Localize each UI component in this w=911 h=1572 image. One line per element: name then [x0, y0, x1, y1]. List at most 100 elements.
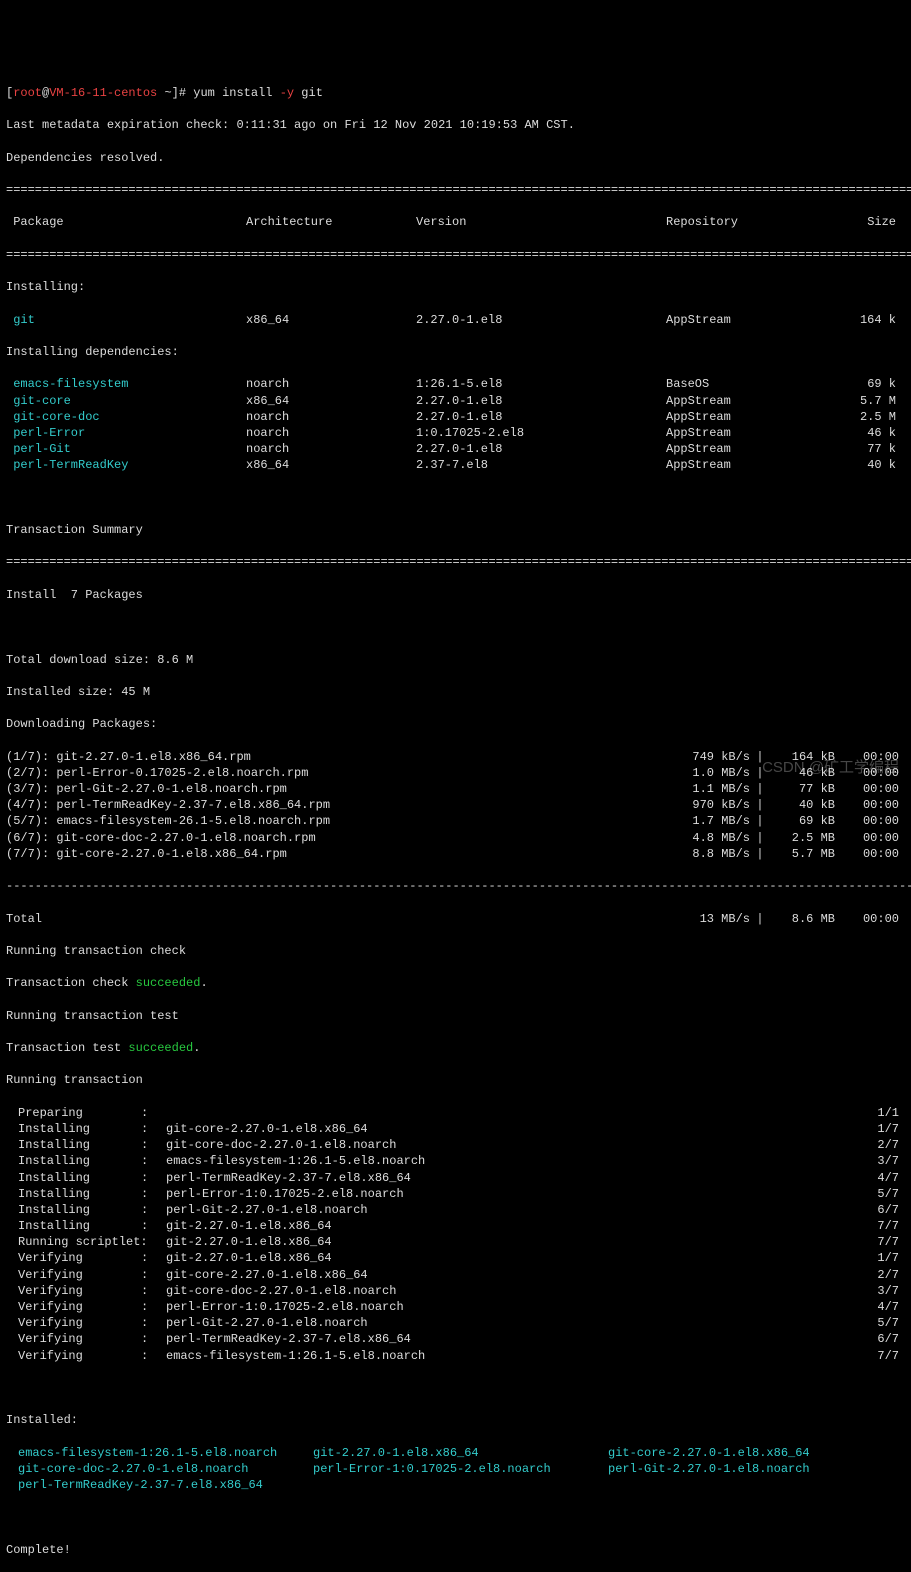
dl-file: (4/7): perl-TermReadKey-2.37-7.el8.x86_6… — [6, 797, 655, 813]
prompt-host: VM-16-11-centos — [49, 86, 157, 100]
installed-row: git-core-doc-2.27.0-1.el8.noarchperl-Err… — [6, 1461, 905, 1477]
separator: ========================================… — [6, 554, 905, 570]
txn-step: Verifying:perl-Git-2.27.0-1.el8.noarch5/… — [6, 1315, 905, 1331]
th-version: Version — [416, 214, 666, 230]
step-count: 4/7 — [855, 1299, 905, 1315]
pkg-name: perl-TermReadKey — [6, 457, 246, 473]
step-action: Installing — [6, 1137, 141, 1153]
pkg-size: 69 k — [841, 376, 896, 392]
table-row: git-corex86_642.27.0-1.el8AppStream5.7 M — [6, 393, 905, 409]
table-row: perl-Gitnoarch2.27.0-1.el8AppStream77 k — [6, 441, 905, 457]
installed-pkg: git-2.27.0-1.el8.x86_64 — [301, 1445, 596, 1461]
pkg-size: 40 k — [841, 457, 896, 473]
step-package: git-core-doc-2.27.0-1.el8.noarch — [166, 1137, 855, 1153]
pkg-version: 2.27.0-1.el8 — [416, 312, 666, 328]
step-package: perl-TermReadKey-2.37-7.el8.x86_64 — [166, 1170, 855, 1186]
step-package: perl-Error-1:0.17025-2.el8.noarch — [166, 1299, 855, 1315]
separator: ========================================… — [6, 247, 905, 263]
dl-speed: 1.7 MB/s — [655, 813, 750, 829]
table-row: perl-TermReadKeyx86_642.37-7.el8AppStrea… — [6, 457, 905, 473]
dl-speed: 1.0 MB/s — [655, 765, 750, 781]
dl-total-label: Total — [6, 911, 655, 927]
command-bin: yum install — [193, 86, 272, 100]
download-row: (4/7): perl-TermReadKey-2.37-7.el8.x86_6… — [6, 797, 905, 813]
dl-time: 00:00 — [835, 846, 905, 862]
pkg-name: git-core — [6, 393, 246, 409]
installed-size: Installed size: 45 M — [6, 684, 905, 700]
step-action: Installing — [6, 1186, 141, 1202]
dl-size: 2.5 MB — [770, 830, 835, 846]
total-download: Total download size: 8.6 M — [6, 652, 905, 668]
download-row: (7/7): git-core-2.27.0-1.el8.x86_64.rpm8… — [6, 846, 905, 862]
pkg-repo: AppStream — [666, 441, 841, 457]
txn-step: Verifying:git-core-doc-2.27.0-1.el8.noar… — [6, 1283, 905, 1299]
step-package: git-core-2.27.0-1.el8.x86_64 — [166, 1121, 855, 1137]
step-count: 4/7 — [855, 1170, 905, 1186]
pkg-name: git-core-doc — [6, 409, 246, 425]
terminal-output[interactable]: [root@VM-16-11-centos ~]# yum install -y… — [6, 69, 905, 1572]
running-test: Running transaction test — [6, 1008, 905, 1024]
download-row: (2/7): perl-Error-0.17025-2.el8.noarch.r… — [6, 765, 905, 781]
th-arch: Architecture — [246, 214, 416, 230]
txn-step: Running scriptlet:git-2.27.0-1.el8.x86_6… — [6, 1234, 905, 1250]
pkg-size: 77 k — [841, 441, 896, 457]
pkg-arch: noarch — [246, 441, 416, 457]
step-package: git-core-2.27.0-1.el8.x86_64 — [166, 1267, 855, 1283]
installed-pkg: perl-Error-1:0.17025-2.el8.noarch — [301, 1461, 596, 1477]
dl-time: 00:00 — [835, 781, 905, 797]
dl-speed: 749 kB/s — [655, 749, 750, 765]
dl-file: (1/7): git-2.27.0-1.el8.x86_64.rpm — [6, 749, 655, 765]
table-row: perl-Errornoarch1:0.17025-2.el8AppStream… — [6, 425, 905, 441]
table-row: emacs-filesystemnoarch1:26.1-5.el8BaseOS… — [6, 376, 905, 392]
installed-pkg: git-core-doc-2.27.0-1.el8.noarch — [6, 1461, 301, 1477]
download-row: (5/7): emacs-filesystem-26.1-5.el8.noarc… — [6, 813, 905, 829]
prompt-path: ~ — [164, 86, 171, 100]
step-count: 3/7 — [855, 1153, 905, 1169]
pkg-arch: noarch — [246, 376, 416, 392]
running-txn: Running transaction — [6, 1072, 905, 1088]
command-args: git — [301, 86, 323, 100]
dl-time: 00:00 — [835, 749, 905, 765]
step-action: Installing — [6, 1218, 141, 1234]
check-result: Transaction check succeeded. — [6, 975, 905, 991]
step-package — [166, 1105, 855, 1121]
installed-pkg: perl-Git-2.27.0-1.el8.noarch — [596, 1461, 891, 1477]
step-action: Preparing — [6, 1105, 141, 1121]
pkg-arch: x86_64 — [246, 312, 416, 328]
step-package: perl-TermReadKey-2.37-7.el8.x86_64 — [166, 1331, 855, 1347]
step-action: Verifying — [6, 1283, 141, 1299]
step-count: 1/7 — [855, 1250, 905, 1266]
txn-step: Verifying:emacs-filesystem-1:26.1-5.el8.… — [6, 1348, 905, 1364]
installed-pkg: perl-TermReadKey-2.37-7.el8.x86_64 — [6, 1477, 301, 1493]
txn-step: Installing:git-core-doc-2.27.0-1.el8.noa… — [6, 1137, 905, 1153]
pkg-version: 2.27.0-1.el8 — [416, 409, 666, 425]
installed-pkg: emacs-filesystem-1:26.1-5.el8.noarch — [6, 1445, 301, 1461]
dl-total-row: Total13 MB/s|8.6 MB00:00 — [6, 911, 905, 927]
table-row: gitx86_642.27.0-1.el8AppStream164 k — [6, 312, 905, 328]
pkg-repo: AppStream — [666, 409, 841, 425]
succeeded-word: succeeded — [128, 1041, 193, 1055]
dl-file: (5/7): emacs-filesystem-26.1-5.el8.noarc… — [6, 813, 655, 829]
step-package: git-core-doc-2.27.0-1.el8.noarch — [166, 1283, 855, 1299]
pkg-name: perl-Error — [6, 425, 246, 441]
th-repo: Repository — [666, 214, 841, 230]
dl-size: 40 kB — [770, 797, 835, 813]
dl-time: 00:00 — [835, 813, 905, 829]
step-package: perl-Git-2.27.0-1.el8.noarch — [166, 1202, 855, 1218]
dl-size: 46 kB — [770, 765, 835, 781]
command-flag: -y — [280, 86, 294, 100]
pkg-version: 2.27.0-1.el8 — [416, 393, 666, 409]
step-count: 5/7 — [855, 1186, 905, 1202]
pkg-version: 2.27.0-1.el8 — [416, 441, 666, 457]
pkg-arch: noarch — [246, 409, 416, 425]
pkg-name: emacs-filesystem — [6, 376, 246, 392]
step-package: perl-Error-1:0.17025-2.el8.noarch — [166, 1186, 855, 1202]
downloading-label: Downloading Packages: — [6, 716, 905, 732]
step-count: 6/7 — [855, 1331, 905, 1347]
txn-step: Verifying:perl-Error-1:0.17025-2.el8.noa… — [6, 1299, 905, 1315]
installed-pkg: git-core-2.27.0-1.el8.x86_64 — [596, 1445, 891, 1461]
table-header: PackageArchitectureVersionRepositorySize — [6, 214, 905, 230]
pkg-size: 2.5 M — [841, 409, 896, 425]
step-count: 1/1 — [855, 1105, 905, 1121]
txn-step: Installing:git-core-2.27.0-1.el8.x86_641… — [6, 1121, 905, 1137]
